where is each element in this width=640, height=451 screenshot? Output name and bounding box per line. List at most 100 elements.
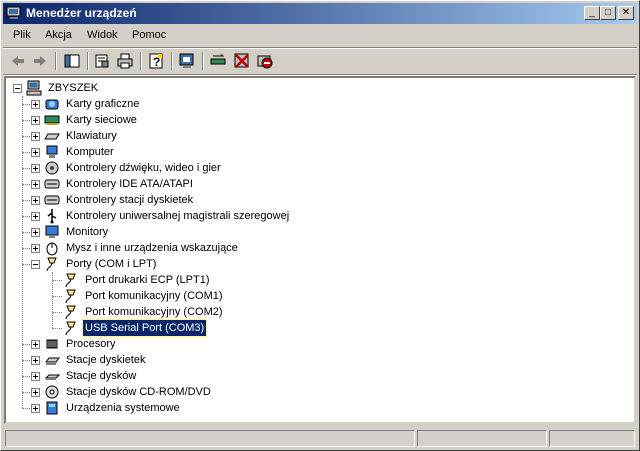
menu-akcja[interactable]: Akcja xyxy=(45,29,72,41)
processor-icon xyxy=(46,339,58,349)
status-pane-2 xyxy=(417,430,547,447)
expand-toggle[interactable] xyxy=(31,132,40,141)
menu-widok[interactable]: Widok xyxy=(87,29,118,41)
toolbar: ? xyxy=(3,49,637,73)
tree-connector xyxy=(22,104,30,105)
disk-drive-icon xyxy=(44,374,60,380)
expand-toggle[interactable] xyxy=(31,148,40,157)
menu-pomoc[interactable]: Pomoc xyxy=(132,29,166,41)
menu-bar: Plik Akcja Widok Pomoc xyxy=(3,26,637,46)
close-button[interactable]: ✕ xyxy=(618,6,634,20)
maximize-button[interactable]: □ xyxy=(600,6,616,20)
update-driver-icon[interactable] xyxy=(209,52,227,70)
expand-toggle[interactable] xyxy=(31,404,40,413)
disable-device-icon[interactable] xyxy=(233,52,251,70)
properties-icon[interactable] xyxy=(93,52,111,70)
show-hide-tree-icon[interactable] xyxy=(63,52,81,70)
system-devices-icon xyxy=(46,401,58,415)
title-bar[interactable]: Menedżer urządzeń _ □ ✕ xyxy=(3,3,637,24)
port-device-icon xyxy=(65,289,76,304)
minimize-button[interactable]: _ xyxy=(584,6,600,20)
usb-icon xyxy=(47,209,57,224)
ide-controller-icon xyxy=(44,179,60,189)
cdrom-icon xyxy=(45,385,59,399)
expand-toggle[interactable] xyxy=(31,116,40,125)
port-icon xyxy=(46,257,57,272)
expand-toggle[interactable] xyxy=(31,244,40,253)
computer-root-icon xyxy=(26,80,42,96)
floppy-controller-icon xyxy=(44,195,60,205)
toolbar-separator xyxy=(55,52,57,70)
tree-connector xyxy=(22,168,30,169)
tree-connector xyxy=(52,280,62,281)
tree-connector xyxy=(22,232,30,233)
tree-connector xyxy=(22,392,30,393)
mouse-icon xyxy=(46,242,58,256)
tree-node-label: Port komunikacyjny (COM2) xyxy=(85,306,223,318)
toolbar-separator xyxy=(171,52,173,70)
tree-node-label: Karty sieciowe xyxy=(66,114,137,126)
tree-node-label: Kontrolery stacji dyskietek xyxy=(66,194,194,206)
print-icon[interactable] xyxy=(116,52,134,70)
floppy-drive-icon xyxy=(45,357,60,365)
tree-node-label: Procesory xyxy=(66,338,116,350)
expand-toggle[interactable] xyxy=(31,228,40,237)
computer-icon xyxy=(46,145,58,158)
tree-root-label: ZBYSZEK xyxy=(48,82,99,94)
tree-connector xyxy=(52,296,62,297)
tree-connector xyxy=(22,408,30,409)
expand-toggle[interactable] xyxy=(31,164,40,173)
expand-toggle[interactable] xyxy=(31,356,40,365)
tree-node-label: Kontrolery IDE ATA/ATAPI xyxy=(66,178,193,190)
tree-node-label: Stacje dyskietek xyxy=(66,354,146,366)
tree-connector xyxy=(52,312,62,313)
toolbar-separator xyxy=(87,52,89,70)
port-device-icon xyxy=(65,273,76,288)
expand-toggle[interactable] xyxy=(31,100,40,109)
status-bar xyxy=(3,429,637,448)
back-icon[interactable] xyxy=(9,52,27,70)
tree-connector xyxy=(22,264,30,265)
menu-plik[interactable]: Plik xyxy=(13,29,31,41)
keyboard-icon xyxy=(44,133,60,140)
tree-node-label: Monitory xyxy=(66,226,109,238)
collapse-root-toggle[interactable] xyxy=(13,84,22,93)
scan-hardware-icon[interactable] xyxy=(178,52,196,70)
device-tree[interactable]: ZBYSZEK Karty graficzne Karty sieciowe K… xyxy=(4,76,636,424)
expand-toggle[interactable] xyxy=(31,212,40,221)
tree-connector xyxy=(22,184,30,185)
tree-connector xyxy=(22,200,30,201)
tree-node-label: Port komunikacyjny (COM1) xyxy=(85,290,223,302)
tree-node-label: Stacje dysków xyxy=(66,370,137,382)
toolbar-separator xyxy=(202,52,204,70)
expand-toggle[interactable] xyxy=(31,260,40,269)
tree-connector xyxy=(22,216,30,217)
tree-node-label: Kontrolery dźwięku, wideo i gier xyxy=(66,162,221,174)
tree-connector xyxy=(22,136,30,137)
tree-node-label: Komputer xyxy=(66,146,114,158)
tree-node-label: Klawiatury xyxy=(66,130,117,142)
sound-icon xyxy=(45,161,59,175)
tree-connector xyxy=(22,360,30,361)
expand-toggle[interactable] xyxy=(31,180,40,189)
tree-connector xyxy=(22,376,30,377)
expand-toggle[interactable] xyxy=(31,388,40,397)
tree-connector xyxy=(22,120,30,121)
tree-node-label: Porty (COM i LPT) xyxy=(66,258,157,270)
display-adapter-icon xyxy=(45,99,59,110)
forward-icon[interactable] xyxy=(31,52,49,70)
tree-branch-line xyxy=(52,272,53,328)
uninstall-device-icon[interactable] xyxy=(256,52,274,70)
tree-connector xyxy=(52,328,62,329)
expand-toggle[interactable] xyxy=(31,340,40,349)
tree-connector xyxy=(22,248,30,249)
expand-toggle[interactable] xyxy=(31,196,40,205)
help-icon[interactable]: ? xyxy=(147,52,165,70)
tree-root-line xyxy=(22,96,23,408)
tree-connector xyxy=(22,344,30,345)
expand-toggle[interactable] xyxy=(31,372,40,381)
port-device-icon xyxy=(65,305,76,320)
tree-node-label: Karty graficzne xyxy=(66,98,140,110)
port-device-icon xyxy=(65,321,76,336)
toolbar-separator xyxy=(140,52,142,70)
